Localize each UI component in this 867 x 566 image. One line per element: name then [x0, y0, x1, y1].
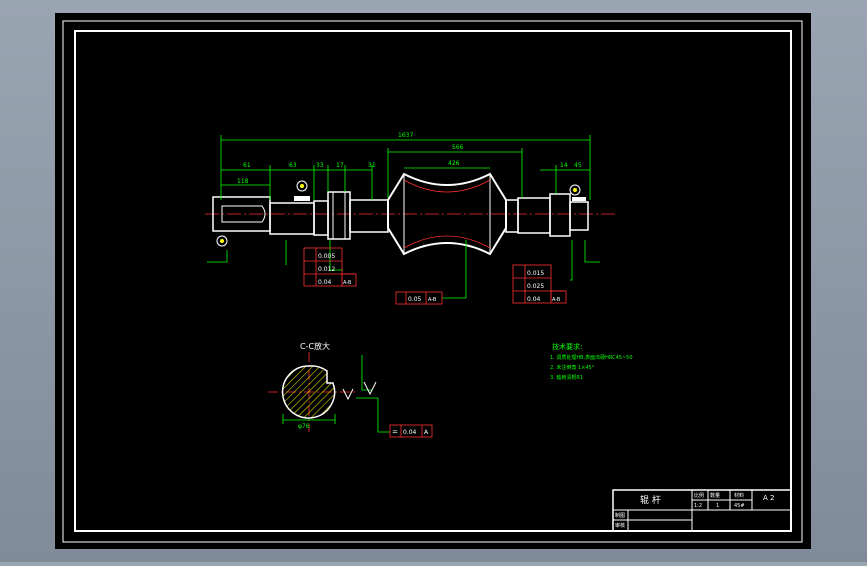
dim-seg-d: 17: [336, 162, 344, 169]
tol-left-datum: A-B: [343, 280, 352, 286]
note-item-3: 3. 轴肩清根R1: [550, 374, 583, 381]
model-space: [55, 13, 811, 549]
part-name: 辊 杆: [640, 494, 661, 506]
tol-right-2: 0.025: [527, 283, 544, 290]
dim-seg-c: 33: [316, 162, 324, 169]
drawing-canvas: 1637 566 426 61 63 33 17 31 14 45 118 0.…: [55, 13, 811, 549]
col-scale-label: 比例: [694, 492, 704, 499]
tol-right-datum: A-B: [552, 297, 561, 303]
note-item-1: 1. 调质处理HB,表面淬硬HRC45~50: [550, 354, 633, 361]
bearing-mark-right: [572, 197, 586, 201]
bearing-mark-left: [294, 196, 310, 201]
tol-left-2: 0.012: [318, 266, 335, 273]
quantity-value: 1: [716, 503, 719, 509]
svg-text:=: =: [392, 428, 398, 436]
dim-seg-a: 61: [243, 162, 251, 169]
tol-center-value: 0.05: [408, 296, 422, 303]
dim-keyway: 118: [237, 178, 249, 185]
tol-left-1: 0.005: [318, 253, 335, 260]
section-width-dim: φ76: [298, 423, 310, 430]
note-item-2: 2. 未注倒角 1×45°: [550, 364, 595, 371]
tol-left-3: 0.04: [318, 279, 332, 286]
dim-roll-span: 566: [452, 144, 464, 151]
dim-roll-body: 426: [448, 160, 460, 167]
dim-seg-b: 63: [289, 162, 297, 169]
sheet-size: A 2: [763, 494, 774, 502]
dim-overall: 1637: [398, 132, 413, 139]
tol-right-3: 0.04: [527, 296, 541, 303]
dim-seg-e: 31: [368, 162, 376, 169]
material-value: 45#: [734, 503, 745, 509]
notes-heading: 技术要求:: [552, 342, 582, 351]
scale-value: 1:2: [694, 503, 702, 509]
section-title: C-C放大: [300, 341, 330, 351]
cad-viewport[interactable]: 1637 566 426 61 63 33 17 31 14 45 118 0.…: [0, 0, 867, 562]
dim-seg-f: 14: [560, 162, 568, 169]
col-material-label: 材料: [734, 492, 744, 499]
dim-seg-g: 45: [574, 162, 582, 169]
tol-center-datum: A-B: [428, 297, 437, 303]
tol-right-1: 0.015: [527, 270, 544, 277]
checked-label: 审核: [615, 522, 625, 529]
col-qty-label: 数量: [710, 492, 720, 499]
drawn-label: 制图: [615, 512, 625, 519]
section-tolerance: 0.04: [403, 429, 417, 436]
